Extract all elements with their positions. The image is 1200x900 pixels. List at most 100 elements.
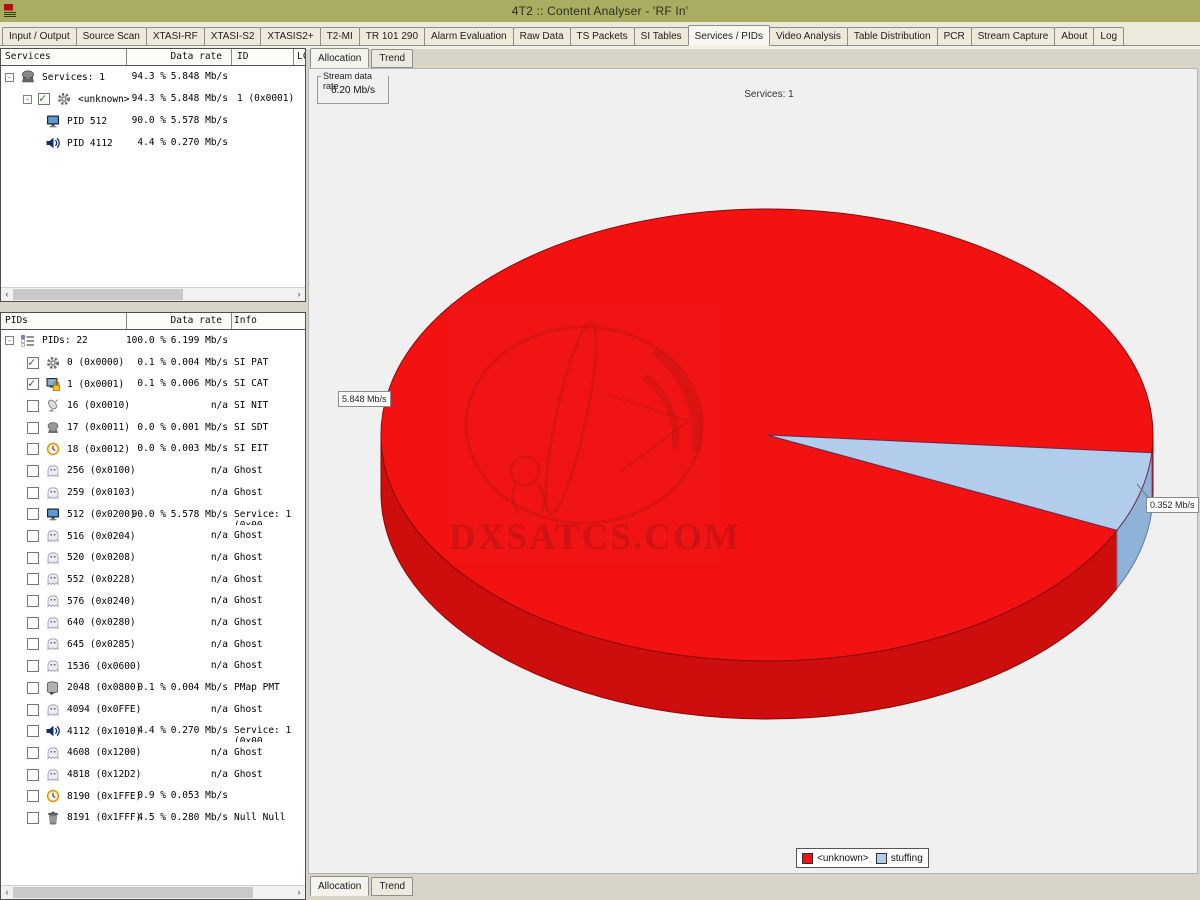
row-checkbox[interactable]: ✓ [27, 357, 39, 369]
row-checkbox[interactable] [27, 552, 39, 564]
pids-hscrollbar[interactable]: ‹ › [1, 885, 305, 899]
row-checkbox[interactable] [27, 747, 39, 759]
tree-expander-icon[interactable]: - [5, 73, 14, 82]
row-info: Ghost [234, 465, 263, 476]
column-divider[interactable] [126, 313, 127, 329]
table-row[interactable]: 18 (0x0012)0.0 %0.003 Mb/sSI EIT [1, 438, 305, 460]
row-label: 2048 (0x0800) [67, 682, 141, 693]
table-row[interactable]: PID 41124.4 %0.270 Mb/s [1, 132, 305, 154]
tab-t2-mi[interactable]: T2-MI [320, 27, 360, 46]
table-row[interactable]: 17 (0x0011)0.0 %0.001 Mb/sSI SDT [1, 417, 305, 439]
table-row[interactable]: 520 (0x0208)n/aGhost [1, 547, 305, 569]
row-info: Ghost [234, 574, 263, 585]
row-checkbox[interactable] [27, 682, 39, 694]
services-icon [20, 69, 36, 85]
row-checkbox[interactable] [27, 769, 39, 781]
tab-pcr[interactable]: PCR [937, 27, 972, 46]
column-divider[interactable] [231, 313, 232, 329]
row-checkbox[interactable] [27, 725, 39, 737]
row-rate: n/a [211, 400, 228, 411]
table-row[interactable]: 640 (0x0280)n/aGhost [1, 612, 305, 634]
tab-table-distribution[interactable]: Table Distribution [847, 27, 938, 46]
tab-xtasis2[interactable]: XTASIS2+ [260, 27, 320, 46]
row-checkbox[interactable] [27, 508, 39, 520]
table-row[interactable]: 256 (0x0100)n/aGhost [1, 460, 305, 482]
table-row[interactable]: ✓0 (0x0000)0.1 %0.004 Mb/sSI PAT [1, 352, 305, 374]
services-hscrollbar[interactable]: ‹ › [1, 287, 305, 301]
column-divider[interactable] [231, 49, 232, 65]
scroll-right-icon[interactable]: › [293, 288, 305, 301]
table-row[interactable]: -PIDs: 22100.0 %6.199 Mb/s [1, 330, 305, 352]
column-divider[interactable] [126, 49, 127, 65]
table-row[interactable]: 4818 (0x12D2)n/aGhost [1, 764, 305, 786]
row-checkbox[interactable] [27, 443, 39, 455]
tab-services-pids[interactable]: Services / PIDs [688, 25, 770, 46]
row-checkbox[interactable] [27, 617, 39, 629]
table-row[interactable]: 8190 (0x1FFE)0.9 %0.053 Mb/s [1, 785, 305, 807]
row-checkbox[interactable]: ✓ [27, 378, 39, 390]
row-checkbox[interactable] [27, 704, 39, 716]
table-row[interactable]: 645 (0x0285)n/aGhost [1, 634, 305, 656]
table-row[interactable]: 4112 (0x1010)4.4 %0.270 Mb/sService: 1 (… [1, 720, 305, 742]
tab-alarm-evaluation[interactable]: Alarm Evaluation [424, 27, 514, 46]
tab-about[interactable]: About [1054, 27, 1094, 46]
table-row[interactable]: 516 (0x0204)n/aGhost [1, 525, 305, 547]
table-row[interactable]: 4608 (0x1200)n/aGhost [1, 742, 305, 764]
tab-input-output[interactable]: Input / Output [2, 27, 77, 46]
row-label: 8190 (0x1FFE) [67, 791, 141, 802]
row-checkbox[interactable] [27, 530, 39, 542]
scroll-right-icon[interactable]: › [293, 886, 305, 899]
column-divider[interactable] [293, 49, 294, 65]
table-row[interactable]: 512 (0x0200)90.0 %5.578 Mb/sService: 1 (… [1, 504, 305, 526]
row-checkbox[interactable] [27, 573, 39, 585]
tab-video-analysis[interactable]: Video Analysis [769, 27, 848, 46]
table-row[interactable]: -Services: 194.3 %5.848 Mb/s [1, 66, 305, 88]
table-row[interactable]: ✓1 (0x0001)0.1 %0.006 Mb/sSI CAT [1, 373, 305, 395]
chart-legend: <unknown>stuffing [796, 848, 929, 868]
table-row[interactable]: 259 (0x0103)n/aGhost [1, 482, 305, 504]
tab-raw-data[interactable]: Raw Data [513, 27, 571, 46]
table-row[interactable]: 8191 (0x1FFF)4.5 %0.280 Mb/sNull Null [1, 807, 305, 829]
row-label: 18 (0x0012) [67, 444, 130, 455]
scroll-left-icon[interactable]: ‹ [1, 886, 13, 899]
tab-trend[interactable]: Trend [371, 877, 413, 896]
tab-allocation[interactable]: Allocation [310, 48, 369, 68]
row-checkbox[interactable] [27, 660, 39, 672]
table-row[interactable]: 16 (0x0010)n/aSI NIT [1, 395, 305, 417]
table-row[interactable]: PID 51290.0 %5.578 Mb/s [1, 110, 305, 132]
row-info: PMap PMT [234, 682, 280, 693]
tab-log[interactable]: Log [1093, 27, 1124, 46]
tree-expander-icon[interactable]: - [23, 95, 32, 104]
tab-xtasi-rf[interactable]: XTASI-RF [146, 27, 205, 46]
scrollbar-thumb[interactable] [13, 887, 253, 898]
tab-si-tables[interactable]: SI Tables [634, 27, 689, 46]
row-checkbox[interactable] [27, 422, 39, 434]
tab-allocation[interactable]: Allocation [310, 876, 369, 896]
tab-trend[interactable]: Trend [371, 49, 413, 68]
row-checkbox[interactable] [27, 465, 39, 477]
table-row[interactable]: 576 (0x0240)n/aGhost [1, 590, 305, 612]
row-checkbox[interactable] [27, 812, 39, 824]
scrollbar-thumb[interactable] [13, 289, 183, 300]
window-title: 4T2 :: Content Analyser - 'RF In' [0, 4, 1200, 18]
tab-stream-capture[interactable]: Stream Capture [971, 27, 1056, 46]
tab-xtasi-s2[interactable]: XTASI-S2 [204, 27, 262, 46]
table-row[interactable]: 1536 (0x0600)n/aGhost [1, 655, 305, 677]
table-row[interactable]: 552 (0x0228)n/aGhost [1, 569, 305, 591]
tree-expander-icon[interactable]: - [5, 336, 14, 345]
tab-ts-packets[interactable]: TS Packets [570, 27, 635, 46]
row-checkbox[interactable] [27, 595, 39, 607]
row-label: 576 (0x0240) [67, 596, 136, 607]
row-checkbox[interactable]: ✓ [38, 93, 50, 105]
table-row[interactable]: 4094 (0x0FFE)n/aGhost [1, 699, 305, 721]
row-checkbox[interactable] [27, 790, 39, 802]
table-row[interactable]: 2048 (0x0800)0.1 %0.004 Mb/sPMap PMT [1, 677, 305, 699]
row-checkbox[interactable] [27, 400, 39, 412]
tab-source-scan[interactable]: Source Scan [76, 27, 147, 46]
ghost-icon [45, 550, 61, 566]
row-checkbox[interactable] [27, 638, 39, 650]
tab-tr-101-290[interactable]: TR 101 290 [359, 27, 425, 46]
row-checkbox[interactable] [27, 487, 39, 499]
table-row[interactable]: -✓<unknown>94.3 %5.848 Mb/s1 (0x0001) [1, 88, 305, 110]
scroll-left-icon[interactable]: ‹ [1, 288, 13, 301]
